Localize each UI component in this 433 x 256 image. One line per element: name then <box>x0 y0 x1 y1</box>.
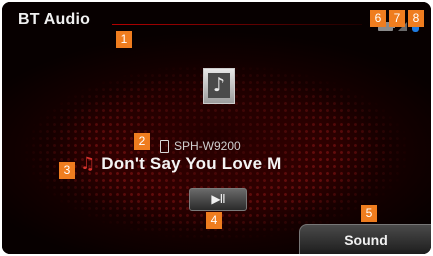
callout-badge-7: 7 <box>389 10 405 27</box>
callout-badge-5: 5 <box>361 205 377 222</box>
callout-badge-6: 6 <box>370 10 386 27</box>
callout-badge-1: 1 <box>116 31 132 48</box>
sound-button[interactable]: Sound <box>299 224 431 254</box>
callout-badge-4: 4 <box>206 212 222 229</box>
phone-icon <box>160 139 169 153</box>
album-art: ♪ <box>203 68 235 104</box>
play-pause-button[interactable]: ▶II <box>189 188 247 211</box>
music-note-icon: ♫ <box>80 154 96 174</box>
track-info: ♫ Don't Say You Love M <box>80 154 282 174</box>
callout-badge-2: 2 <box>134 133 150 150</box>
music-note-icon: ♪ <box>212 74 226 96</box>
page-title: BT Audio <box>18 11 91 28</box>
device-name: SPH-W9200 <box>174 139 241 153</box>
header-bar: BT Audio <box>2 2 431 34</box>
callout-badge-8: 8 <box>408 10 424 27</box>
track-title: Don't Say You Love M <box>101 154 282 173</box>
callout-badge-3: 3 <box>59 162 75 179</box>
header-divider <box>112 24 362 25</box>
device-info: SPH-W9200 <box>160 139 241 153</box>
